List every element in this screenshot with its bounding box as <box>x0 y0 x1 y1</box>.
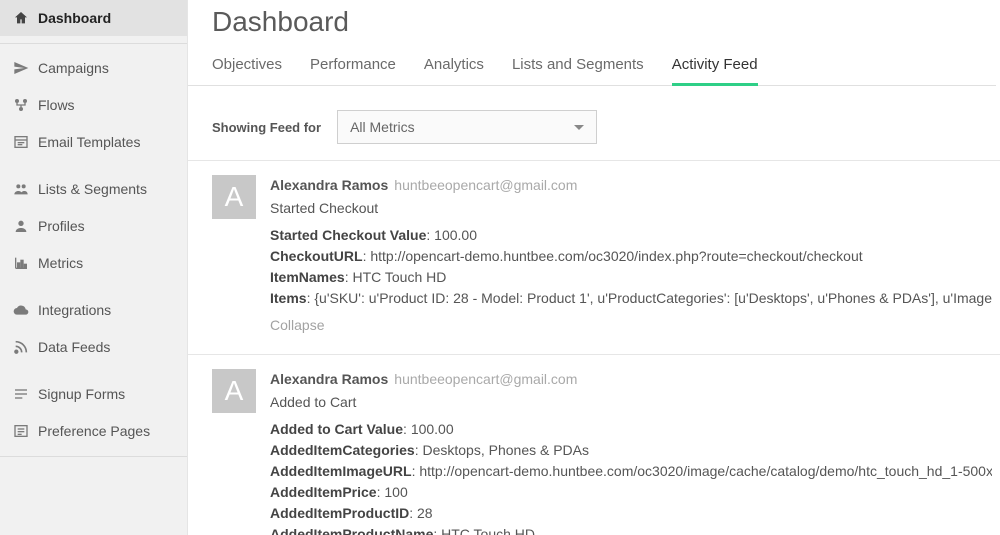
sidebar-item-data-feeds[interactable]: Data Feeds <box>0 329 187 366</box>
sidebar-item-email-templates[interactable]: Email Templates <box>0 124 187 161</box>
feed-item-body: Alexandra Ramos huntbeeopencart@gmail.com… <box>270 175 992 336</box>
tab-activity-feed[interactable]: Activity Feed <box>672 56 758 85</box>
sidebar-item-label: Preference Pages <box>38 423 150 439</box>
feed-detail-line: AddedItemProductID: 28 <box>270 503 992 524</box>
sidebar: Dashboard Campaigns Flows Email Templates Li… <box>0 0 188 535</box>
template-icon <box>12 133 30 151</box>
sidebar-item-label: Signup Forms <box>38 386 125 402</box>
feed-filter-label: Showing Feed for <box>212 120 321 135</box>
tabs: Objectives Performance Analytics Lists and … <box>188 56 996 86</box>
tab-objectives[interactable]: Objectives <box>212 56 282 85</box>
chevron-down-icon <box>574 125 584 130</box>
feed-detail-key: AddedItemImageURL <box>270 463 412 479</box>
feed-detail-key: ItemNames <box>270 269 345 285</box>
feed-item-header: Alexandra Ramos huntbeeopencart@gmail.com <box>270 369 992 390</box>
feed-detail-key: Items <box>270 290 307 306</box>
sidebar-item-flows[interactable]: Flows <box>0 87 187 124</box>
sidebar-item-label: Integrations <box>38 302 111 318</box>
feed-detail-key: AddedItemPrice <box>270 484 377 500</box>
feed-action: Started Checkout <box>270 198 992 219</box>
feed-detail-key: Started Checkout Value <box>270 227 426 243</box>
sidebar-item-profiles[interactable]: Profiles <box>0 208 187 245</box>
avatar[interactable]: A <box>212 175 256 219</box>
feed-detail-line: CheckoutURL: http://opencart-demo.huntbe… <box>270 246 992 267</box>
group-icon <box>12 180 30 198</box>
feed-detail-value: http://opencart-demo.huntbee.com/oc3020/… <box>370 248 862 264</box>
feed-detail-value: 28 <box>417 505 433 521</box>
profile-icon <box>12 217 30 235</box>
main-content: Dashboard Objectives Performance Analytics… <box>188 0 1000 535</box>
tab-lists-and-segments[interactable]: Lists and Segments <box>512 56 644 85</box>
feed-user-email: huntbeeopencart@gmail.com <box>394 177 577 193</box>
feed-detail-line: AddedItemPrice: 100 <box>270 482 992 503</box>
collapse-toggle[interactable]: Collapse <box>270 315 992 336</box>
feed-user-name[interactable]: Alexandra Ramos <box>270 371 388 387</box>
sidebar-item-label: Campaigns <box>38 60 109 76</box>
sidebar-item-metrics[interactable]: Metrics <box>0 245 187 282</box>
feed-detail-key: AddedItemProductID <box>270 505 409 521</box>
sidebar-item-preference-pages[interactable]: Preference Pages <box>0 413 187 450</box>
feed-detail-key: AddedItemCategories <box>270 442 415 458</box>
feed-user-name[interactable]: Alexandra Ramos <box>270 177 388 193</box>
sidebar-item-label: Data Feeds <box>38 339 110 355</box>
page-icon <box>12 422 30 440</box>
feed-detail-line: Items: {u'SKU': u'Product ID: 28 - Model… <box>270 288 992 309</box>
sidebar-gap <box>0 161 187 171</box>
feed-detail-line: Added to Cart Value: 100.00 <box>270 419 992 440</box>
feed-item-header: Alexandra Ramos huntbeeopencart@gmail.com <box>270 175 992 196</box>
sidebar-item-label: Metrics <box>38 255 83 271</box>
page-title: Dashboard <box>212 6 1000 38</box>
feed-detail-key: CheckoutURL <box>270 248 363 264</box>
feed-detail-value: 100 <box>384 484 407 500</box>
metrics-select-value: All Metrics <box>350 119 415 135</box>
feed-detail-line: Started Checkout Value: 100.00 <box>270 225 992 246</box>
sidebar-gap <box>0 366 187 376</box>
feed-detail-value: HTC Touch HD <box>441 526 535 535</box>
feed-item-body: Alexandra Ramos huntbeeopencart@gmail.com… <box>270 369 992 535</box>
sidebar-item-dashboard[interactable]: Dashboard <box>0 0 187 37</box>
feed-item: A Alexandra Ramos huntbeeopencart@gmail.co… <box>188 161 1000 355</box>
sidebar-item-label: Profiles <box>38 218 85 234</box>
tab-performance[interactable]: Performance <box>310 56 396 85</box>
sidebar-item-label: Email Templates <box>38 134 140 150</box>
feed-detail-value: 100.00 <box>411 421 454 437</box>
feed-action: Added to Cart <box>270 392 992 413</box>
feed-detail-key: AddedItemProductName <box>270 526 433 535</box>
cloud-icon <box>12 301 30 319</box>
home-icon <box>12 9 30 27</box>
feed-detail-line: AddedItemCategories: Desktops, Phones & … <box>270 440 992 461</box>
form-icon <box>12 385 30 403</box>
feed-detail-line: AddedItemProductName: HTC Touch HD <box>270 524 992 535</box>
feed-filter-row: Showing Feed for All Metrics <box>188 94 1000 161</box>
sidebar-item-label: Lists & Segments <box>38 181 147 197</box>
feed-detail-value: {u'SKU': u'Product ID: 28 - Model: Produ… <box>314 290 992 306</box>
flows-icon <box>12 96 30 114</box>
sidebar-separator <box>0 43 187 44</box>
feed-item: A Alexandra Ramos huntbeeopencart@gmail.co… <box>188 355 1000 535</box>
sidebar-item-campaigns[interactable]: Campaigns <box>0 50 187 87</box>
sidebar-item-signup-forms[interactable]: Signup Forms <box>0 376 187 413</box>
sidebar-item-integrations[interactable]: Integrations <box>0 292 187 329</box>
feed-detail-line: ItemNames: HTC Touch HD <box>270 267 992 288</box>
sidebar-item-label: Dashboard <box>38 10 111 26</box>
avatar[interactable]: A <box>212 369 256 413</box>
sidebar-item-label: Flows <box>38 97 75 113</box>
feed-detail-line: AddedItemImageURL: http://opencart-demo.… <box>270 461 992 482</box>
feed-detail-value: Desktops, Phones & PDAs <box>422 442 589 458</box>
chart-icon <box>12 254 30 272</box>
feed-icon <box>12 338 30 356</box>
feed-detail-key: Added to Cart Value <box>270 421 403 437</box>
feed-detail-value: http://opencart-demo.huntbee.com/oc3020/… <box>419 463 992 479</box>
tab-analytics[interactable]: Analytics <box>424 56 484 85</box>
sidebar-gap <box>0 282 187 292</box>
send-icon <box>12 59 30 77</box>
metrics-select[interactable]: All Metrics <box>337 110 597 144</box>
feed-detail-value: HTC Touch HD <box>352 269 446 285</box>
feed-detail-value: 100.00 <box>434 227 477 243</box>
sidebar-separator <box>0 456 187 457</box>
feed-user-email: huntbeeopencart@gmail.com <box>394 371 577 387</box>
sidebar-item-lists-segments[interactable]: Lists & Segments <box>0 171 187 208</box>
